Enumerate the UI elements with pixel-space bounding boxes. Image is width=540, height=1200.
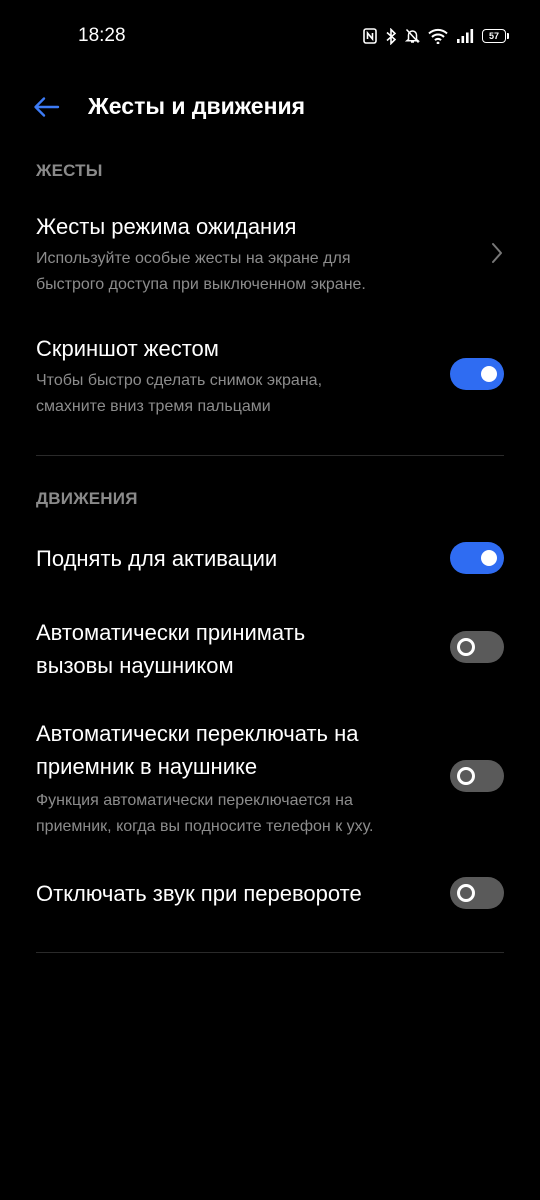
- auto-answer-title-line2: вызовы наушником: [36, 653, 234, 678]
- chevron-right-icon: [492, 243, 502, 263]
- screenshot-gesture-title: Скриншот жестом: [36, 336, 219, 361]
- screenshot-gesture-toggle[interactable]: [450, 358, 504, 390]
- section-header-motions: ДВИЖЕНИЯ: [36, 489, 138, 508]
- bell-off-icon: [405, 28, 420, 44]
- status-time: 18:28: [78, 25, 126, 46]
- toggle-knob: [481, 550, 497, 566]
- raise-to-wake-title: Поднять для активации: [36, 546, 278, 571]
- toggle-knob: [457, 638, 475, 656]
- section-divider: [36, 455, 504, 456]
- section-divider: [36, 952, 504, 953]
- flip-to-mute-item: Отключать звук при перевороте: [0, 877, 540, 911]
- bluetooth-icon: [385, 27, 397, 45]
- standby-gestures-item[interactable]: Жесты режима ожидания Используйте особые…: [0, 208, 540, 300]
- auto-switch-item: Автоматически переключать на приемник в …: [0, 717, 540, 839]
- toggle-knob: [457, 767, 475, 785]
- toggle-knob: [457, 884, 475, 902]
- app-bar: Жесты и движения: [0, 80, 540, 136]
- auto-answer-toggle[interactable]: [450, 631, 504, 663]
- status-icons: 57: [363, 26, 509, 46]
- screenshot-gesture-item: Скриншот жестом Чтобы быстро сделать сни…: [0, 332, 540, 424]
- auto-answer-title-line1: Автоматически принимать: [36, 620, 306, 645]
- nfc-icon: [363, 28, 377, 44]
- section-header-gestures: ЖЕСТЫ: [36, 161, 103, 180]
- arrow-left-icon: [34, 97, 60, 117]
- standby-gestures-subtitle-line1: Используйте особые жесты на экране для: [36, 250, 351, 267]
- status-bar: 18:28 57: [0, 0, 540, 72]
- screenshot-gesture-subtitle-line2: смахните вниз тремя пальцами: [36, 398, 271, 415]
- flip-to-mute-toggle[interactable]: [450, 877, 504, 909]
- toggle-knob: [481, 366, 497, 382]
- raise-to-wake-item: Поднять для активации: [0, 542, 540, 578]
- back-button[interactable]: [28, 92, 64, 122]
- signal-icon: [456, 28, 474, 44]
- auto-switch-title-line2: приемник в наушнике: [36, 754, 258, 779]
- auto-answer-item: Автоматически принимать вызовы наушником: [0, 616, 540, 684]
- screenshot-gesture-subtitle-line1: Чтобы быстро сделать снимок экрана,: [36, 372, 323, 389]
- auto-switch-title-line1: Автоматически переключать на: [36, 721, 359, 746]
- standby-gestures-subtitle-line2: быстрого доступа при выключенном экране.: [36, 276, 366, 293]
- auto-switch-subtitle-line2: приемник, когда вы подносите телефон к у…: [36, 818, 374, 835]
- auto-switch-toggle[interactable]: [450, 760, 504, 792]
- battery-indicator: 57: [482, 29, 509, 43]
- raise-to-wake-toggle[interactable]: [450, 542, 504, 574]
- flip-to-mute-title: Отключать звук при перевороте: [36, 881, 362, 906]
- wifi-icon: [428, 28, 448, 44]
- page-title: Жесты и движения: [88, 93, 306, 119]
- standby-gestures-title: Жесты режима ожидания: [36, 214, 297, 239]
- auto-switch-subtitle-line1: Функция автоматически переключается на: [36, 792, 353, 809]
